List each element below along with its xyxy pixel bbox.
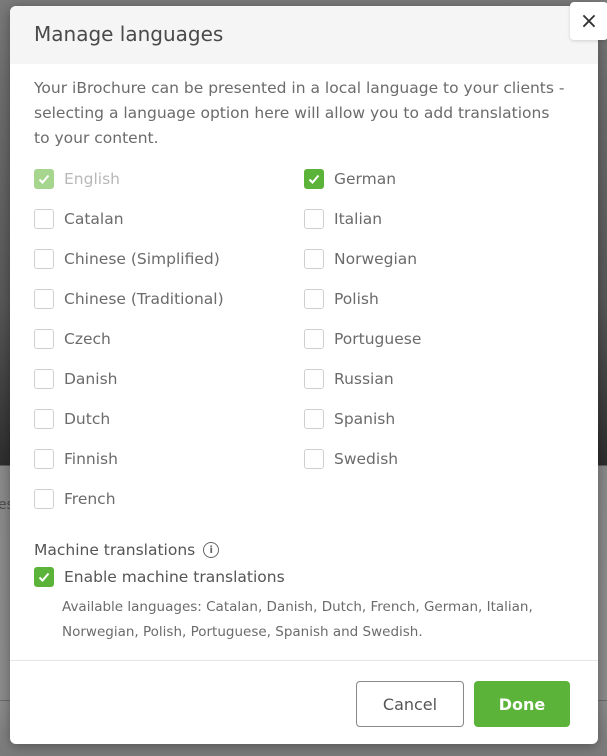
checkbox-danish[interactable] — [34, 369, 54, 389]
modal-header: Manage languages — [10, 6, 598, 64]
close-icon: × — [579, 8, 599, 34]
checkbox-finnish[interactable] — [34, 449, 54, 469]
language-option-polish[interactable]: Polish — [304, 287, 574, 311]
close-button[interactable]: × — [570, 2, 607, 40]
language-option-chinese-traditional[interactable]: Chinese (Traditional) — [34, 287, 304, 311]
language-option-chinese-simplified[interactable]: Chinese (Simplified) — [34, 247, 304, 271]
language-label: English — [64, 170, 120, 188]
language-label: Italian — [334, 210, 383, 228]
language-label: Norwegian — [334, 250, 418, 268]
language-label: Polish — [334, 290, 379, 308]
language-grid: English German Catalan Italian Chinese (… — [34, 167, 574, 511]
checkbox-chinese-traditional[interactable] — [34, 289, 54, 309]
language-option-portuguese[interactable]: Portuguese — [304, 327, 574, 351]
language-option-catalan[interactable]: Catalan — [34, 207, 304, 231]
language-label: Czech — [64, 330, 111, 348]
modal-body: Your iBrochure can be presented in a loc… — [10, 64, 598, 645]
language-label: Danish — [64, 370, 118, 388]
language-label: Chinese (Simplified) — [64, 250, 220, 268]
checkbox-swedish[interactable] — [304, 449, 324, 469]
machine-translations-heading: Machine translations i — [34, 541, 574, 559]
info-icon[interactable]: i — [203, 542, 220, 558]
language-option-english: English — [34, 167, 304, 191]
language-label: Dutch — [64, 410, 111, 428]
enable-machine-translations-option[interactable]: Enable machine translations — [34, 565, 574, 589]
language-option-dutch[interactable]: Dutch — [34, 407, 304, 431]
checkbox-english — [34, 169, 54, 189]
check-icon — [38, 174, 50, 184]
machine-translations-section: Machine translations i Enable machine tr… — [34, 541, 574, 645]
language-option-czech[interactable]: Czech — [34, 327, 304, 351]
machine-translations-title: Machine translations — [34, 541, 196, 559]
checkbox-norwegian[interactable] — [304, 249, 324, 269]
language-label: German — [334, 170, 397, 188]
language-label: Finnish — [64, 450, 118, 468]
cancel-button[interactable]: Cancel — [356, 681, 464, 727]
checkbox-french[interactable] — [34, 489, 54, 509]
language-option-italian[interactable]: Italian — [304, 207, 574, 231]
language-label: Russian — [334, 370, 394, 388]
check-icon — [308, 174, 320, 184]
language-option-danish[interactable]: Danish — [34, 367, 304, 391]
language-option-spanish[interactable]: Spanish — [304, 407, 574, 431]
language-option-german[interactable]: German — [304, 167, 574, 191]
available-languages-text: Available languages: Catalan, Danish, Du… — [62, 599, 533, 640]
manage-languages-modal: Manage languages Your iBrochure can be p… — [10, 6, 598, 744]
checkbox-german[interactable] — [304, 169, 324, 189]
checkbox-portuguese[interactable] — [304, 329, 324, 349]
checkbox-enable-machine-translations[interactable] — [34, 567, 54, 587]
intro-text: Your iBrochure can be presented in a loc… — [34, 79, 565, 147]
checkbox-polish[interactable] — [304, 289, 324, 309]
checkbox-catalan[interactable] — [34, 209, 54, 229]
check-icon — [38, 572, 50, 582]
enable-machine-translations-label: Enable machine translations — [64, 568, 285, 586]
language-label: Portuguese — [334, 330, 422, 348]
language-label: French — [64, 490, 116, 508]
checkbox-spanish[interactable] — [304, 409, 324, 429]
language-option-russian[interactable]: Russian — [304, 367, 574, 391]
modal-title: Manage languages — [34, 22, 224, 46]
language-option-swedish[interactable]: Swedish — [304, 447, 574, 471]
language-option-french[interactable]: French — [34, 487, 304, 511]
language-option-finnish[interactable]: Finnish — [34, 447, 304, 471]
language-option-norwegian[interactable]: Norwegian — [304, 247, 574, 271]
checkbox-russian[interactable] — [304, 369, 324, 389]
checkbox-chinese-simplified[interactable] — [34, 249, 54, 269]
modal-footer: Cancel Done — [10, 660, 598, 744]
checkbox-italian[interactable] — [304, 209, 324, 229]
language-label: Swedish — [334, 450, 399, 468]
checkbox-czech[interactable] — [34, 329, 54, 349]
language-label: Catalan — [64, 210, 124, 228]
language-label: Chinese (Traditional) — [64, 290, 224, 308]
language-label: Spanish — [334, 410, 396, 428]
checkbox-dutch[interactable] — [34, 409, 54, 429]
done-button[interactable]: Done — [474, 681, 570, 727]
